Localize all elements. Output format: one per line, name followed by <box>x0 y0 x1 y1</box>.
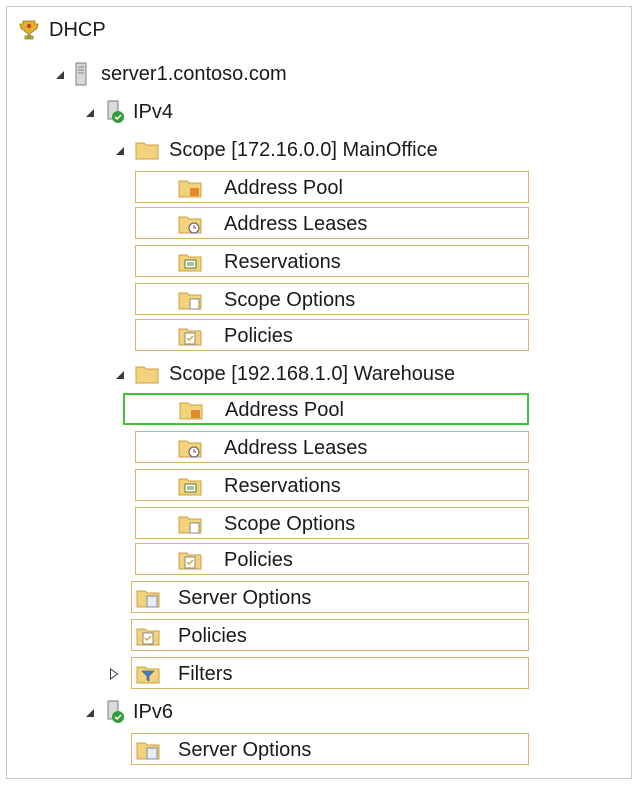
tree-node-scope1-reservations[interactable]: Reservations <box>135 245 529 277</box>
address-pool-icon <box>179 402 203 420</box>
expand-toggle-scope-mainoffice[interactable] <box>113 144 127 158</box>
dhcp-console-tree: DHCP server1.contoso.com IPv4 Scope [172… <box>6 6 632 779</box>
expand-toggle-filters[interactable] <box>107 667 121 681</box>
tree-node-ipv4-server-options[interactable]: Server Options <box>131 581 529 613</box>
expand-toggle-scope-warehouse[interactable] <box>113 368 127 382</box>
policies-icon <box>178 552 202 570</box>
tree-node-scope2-address-leases[interactable]: Address Leases <box>135 431 529 463</box>
tree-label-ipv4-server-options: Server Options <box>178 587 312 609</box>
folder-icon <box>135 366 159 384</box>
tree-label-ipv4-filters: Filters <box>178 663 233 685</box>
tree-node-ipv4-policies[interactable]: Policies <box>131 619 529 651</box>
tree-label-scope2-reservations: Reservations <box>224 475 341 497</box>
tree-label-scope-mainoffice: Scope [172.16.0.0] MainOffice <box>169 139 438 161</box>
reservations-icon <box>178 254 202 272</box>
scope-options-icon <box>178 292 202 310</box>
filters-icon <box>136 666 160 684</box>
tree-label-server: server1.contoso.com <box>101 63 287 85</box>
policies-icon <box>136 628 160 646</box>
tree-node-ipv4-filters[interactable]: Filters <box>131 657 529 689</box>
tree-node-scope2-reservations[interactable]: Reservations <box>135 469 529 501</box>
server-icon <box>75 62 87 86</box>
tree-label-scope1-address-leases: Address Leases <box>224 213 368 235</box>
expanded-arrow-icon <box>86 109 94 117</box>
tree-label-ipv6: IPv6 <box>133 701 174 723</box>
tree-label-dhcp: DHCP <box>49 19 106 41</box>
expanded-arrow-icon <box>56 71 64 79</box>
tree-node-scope1-scope-options[interactable]: Scope Options <box>135 283 529 315</box>
server-options-icon <box>136 742 160 760</box>
tree-label-ipv4: IPv4 <box>133 101 174 123</box>
tree-label-scope2-address-leases: Address Leases <box>224 437 368 459</box>
expanded-arrow-icon <box>116 371 124 379</box>
address-pool-icon <box>178 180 202 198</box>
expand-toggle-server[interactable] <box>53 68 67 82</box>
tree-label-scope2-address-pool: Address Pool <box>225 399 344 421</box>
tree-node-scope1-policies[interactable]: Policies <box>135 319 529 351</box>
tree-label-ipv4-policies: Policies <box>178 625 247 647</box>
tree-node-scope2-address-pool[interactable]: Address Pool <box>123 393 529 425</box>
tree-node-scope2-policies[interactable]: Policies <box>135 543 529 575</box>
scope-options-icon <box>178 516 202 534</box>
ipv4-node-icon <box>107 100 124 123</box>
address-leases-icon <box>178 216 202 234</box>
tree-node-scope1-address-leases[interactable]: Address Leases <box>135 207 529 239</box>
expanded-arrow-icon <box>116 147 124 155</box>
server-options-icon <box>136 590 160 608</box>
tree-label-ipv6-server-options: Server Options <box>178 739 312 761</box>
tree-label-scope-warehouse: Scope [192.168.1.0] Warehouse <box>169 363 456 385</box>
expand-toggle-ipv6[interactable] <box>83 706 97 720</box>
expand-toggle-ipv4[interactable] <box>83 106 97 120</box>
tree-label-scope1-scope-options: Scope Options <box>224 289 356 311</box>
collapsed-arrow-icon <box>110 668 119 680</box>
tree-label-scope1-address-pool: Address Pool <box>224 177 343 199</box>
ipv6-node-icon <box>107 700 124 723</box>
expanded-arrow-icon <box>86 709 94 717</box>
reservations-icon <box>178 478 202 496</box>
dhcp-trophy-icon <box>19 20 39 40</box>
tree-label-scope2-policies: Policies <box>224 549 293 571</box>
tree-node-ipv6-server-options[interactable]: Server Options <box>131 733 529 765</box>
tree-node-scope1-address-pool[interactable]: Address Pool <box>135 171 529 203</box>
tree-label-scope2-scope-options: Scope Options <box>224 513 356 535</box>
tree-label-scope1-reservations: Reservations <box>224 251 341 273</box>
tree-node-scope2-scope-options[interactable]: Scope Options <box>135 507 529 539</box>
tree-label-scope1-policies: Policies <box>224 325 293 347</box>
folder-icon <box>135 142 159 160</box>
address-leases-icon <box>178 440 202 458</box>
policies-icon <box>178 328 202 346</box>
